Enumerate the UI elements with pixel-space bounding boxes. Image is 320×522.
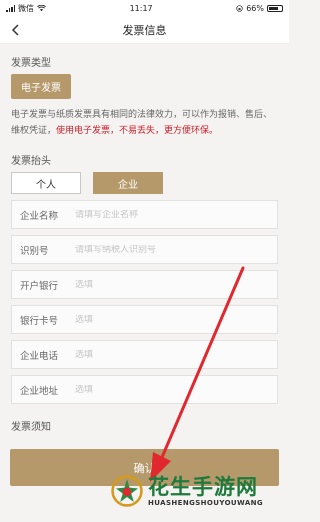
bank-card-input[interactable] [75,314,277,325]
invoice-title-label: 发票抬头 [11,156,51,167]
field-label: 银行卡号 [20,315,59,327]
company-address-field: 企业地址 [11,375,278,404]
tax-id-input[interactable] [75,244,277,255]
company-phone-input[interactable] [75,349,277,360]
bank-card-field: 银行卡号 [11,305,278,334]
confirm-button-label: 确认 [133,461,156,475]
invoice-title-toggle: 个人 企业 [11,172,278,194]
invoice-type-label: 发票类型 [11,58,51,69]
battery-percent: 66% [246,3,264,13]
carrier-label: 微信 [18,3,34,13]
invoice-notice: 电子发票与纸质发票具有相同的法律效力，可以作为报销、售后、维权凭证，使用电子发票… [11,107,278,139]
wifi-icon [37,4,46,11]
field-label: 识别号 [20,245,49,257]
confirm-button[interactable]: 确认 [10,449,279,486]
status-right: 66% [236,4,283,13]
invoice-notes-title: 发票须知 [11,422,51,433]
field-label: 企业名称 [20,210,59,222]
field-label: 开户银行 [20,280,59,292]
invoice-type-button[interactable]: 电子发票 [11,74,71,99]
back-icon[interactable] [8,22,22,38]
nav-bar: 发票信息 [0,16,289,44]
battery-icon [267,4,283,12]
company-name-input[interactable] [75,209,277,220]
company-address-input[interactable] [75,384,277,395]
page-title: 发票信息 [122,23,167,37]
field-label: 企业电话 [20,350,59,362]
notice-highlight-text: 使用电子发票，不易丢失，更方便环保。 [56,126,219,136]
bank-input[interactable] [75,279,277,290]
company-name-field: 企业名称 [11,200,278,229]
watermark-en-text: HUASHENGSHOUYOUWANG [148,499,264,507]
field-label: 企业地址 [20,385,59,397]
status-bar: 微信 11:17 66% [0,0,289,16]
tax-id-field: 识别号 [11,235,278,264]
signal-icon [6,4,15,12]
company-phone-field: 企业电话 [11,340,278,369]
main-content: 发票类型 电子发票 电子发票与纸质发票具有相同的法律效力，可以作为报销、售后、维… [0,54,289,433]
toggle-company[interactable]: 企业 [93,172,163,194]
status-left: 微信 [6,3,46,14]
toggle-personal[interactable]: 个人 [11,172,81,194]
status-time: 11:17 [129,3,153,13]
rotation-lock-icon [236,4,243,12]
bank-field: 开户银行 [11,270,278,299]
